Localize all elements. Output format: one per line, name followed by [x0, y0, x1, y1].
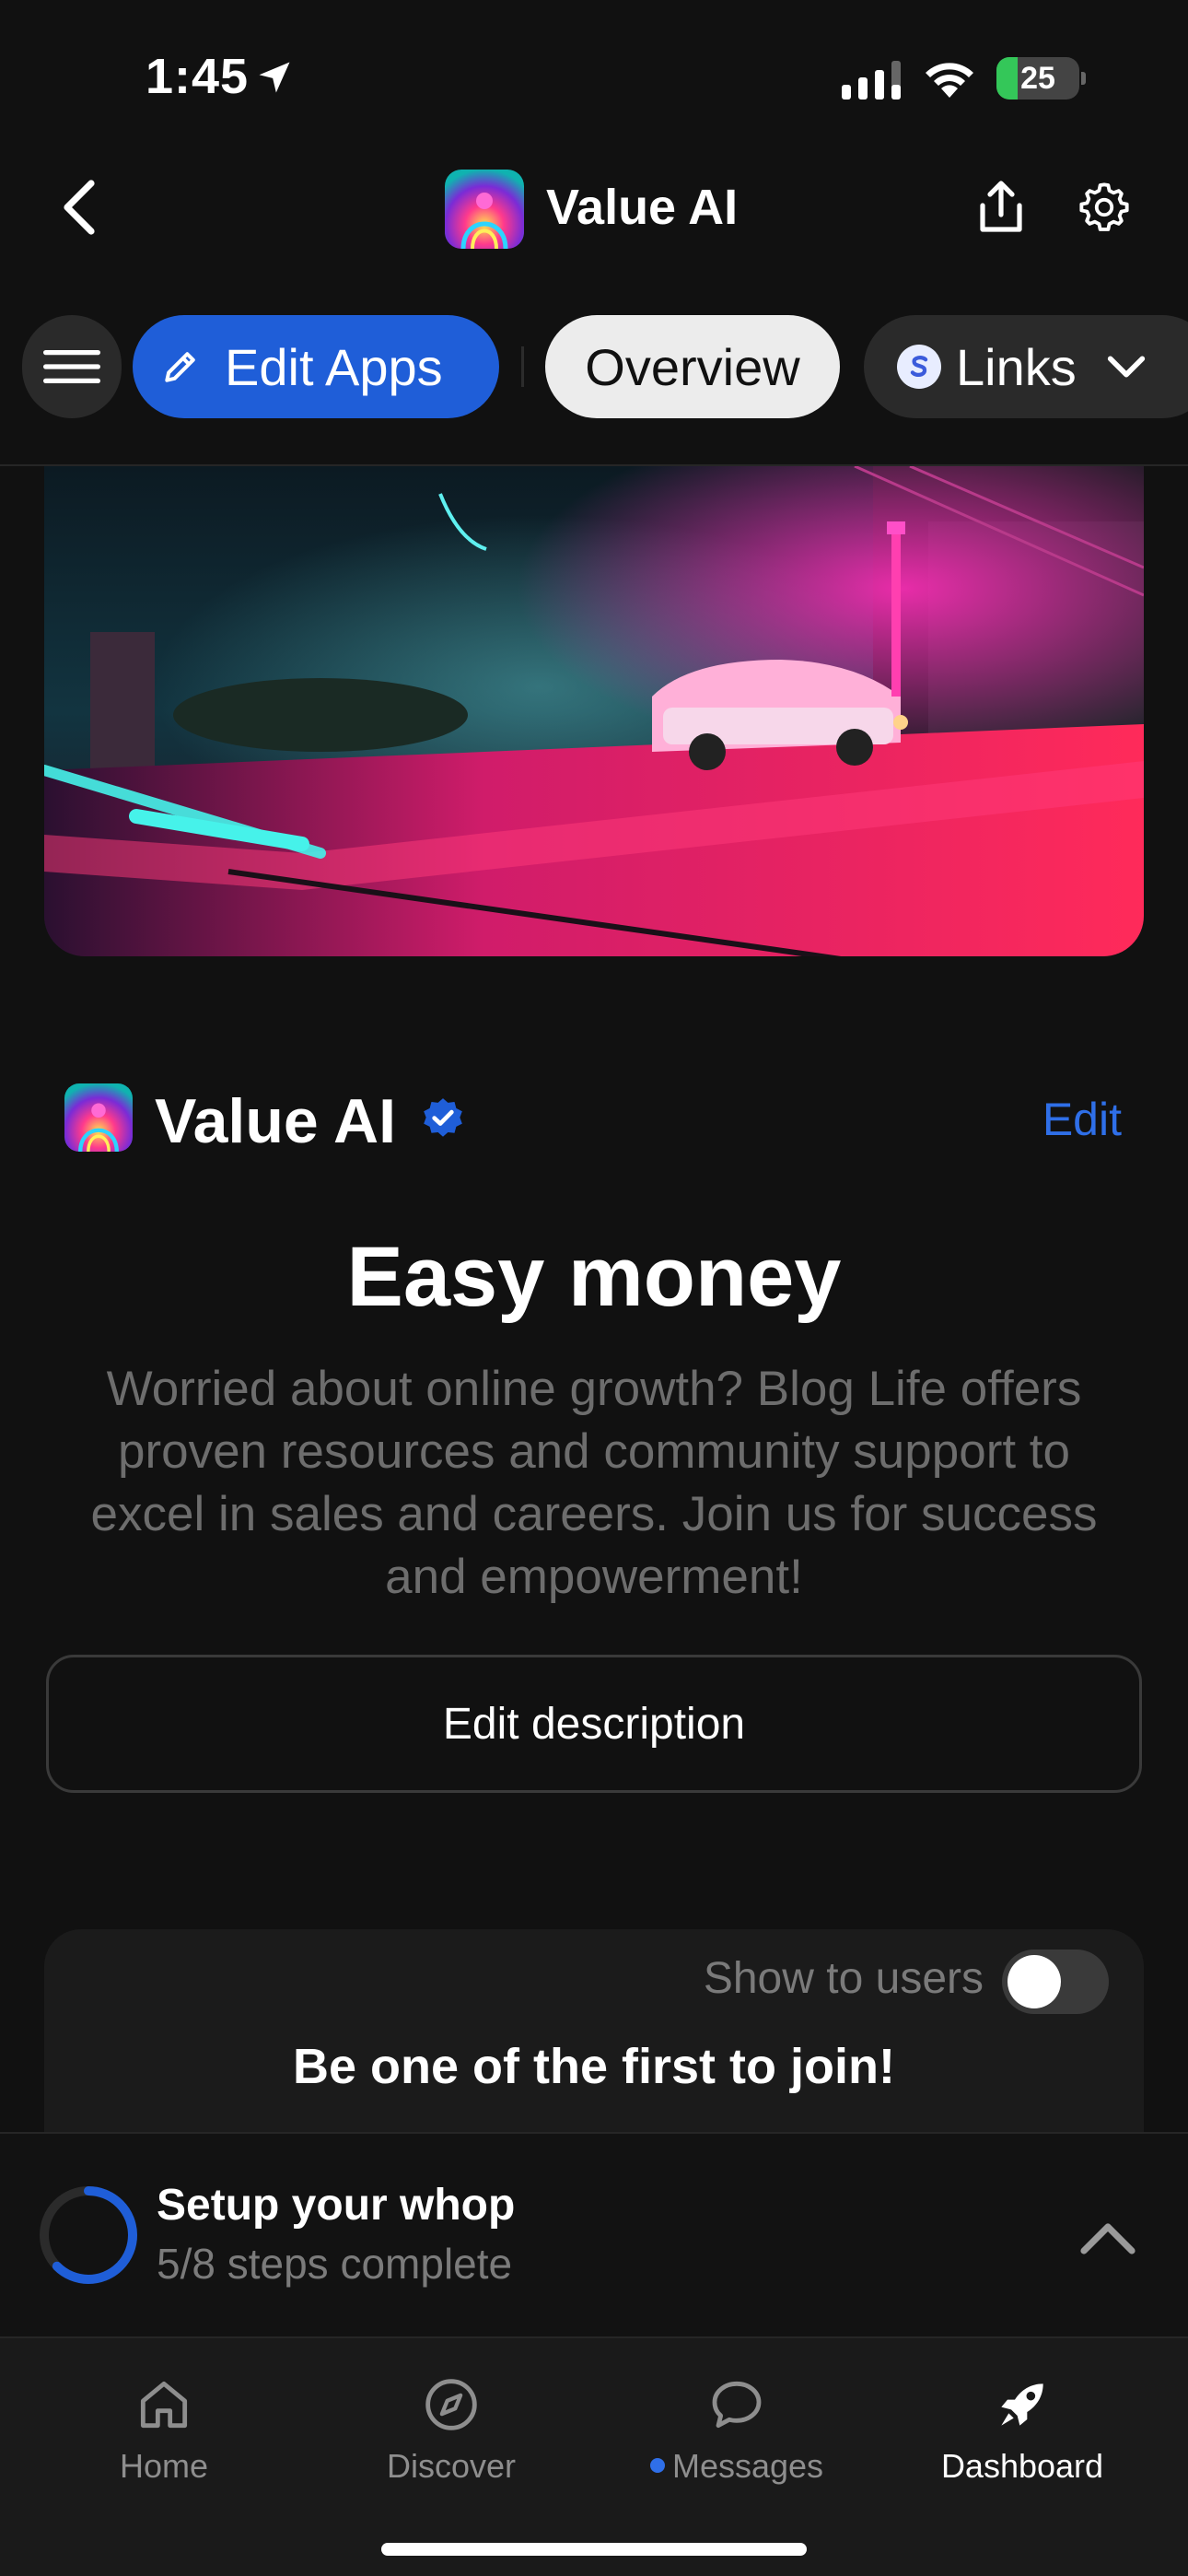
expand-setup-button[interactable] [1076, 2206, 1140, 2270]
links-s-icon [897, 345, 941, 389]
banner-image [44, 466, 1144, 956]
overview-label: Overview [585, 337, 800, 396]
pencil-icon [165, 352, 195, 382]
tab-messages[interactable]: Messages [626, 2375, 847, 2504]
gear-icon [1079, 182, 1129, 231]
chat-bubble-icon [712, 2381, 762, 2429]
verified-badge-icon [424, 1098, 462, 1137]
edit-description-button[interactable]: Edit description [46, 1655, 1142, 1793]
edit-description-label: Edit description [442, 1699, 746, 1749]
share-icon [980, 181, 1022, 232]
toggle-knob [1007, 1955, 1061, 2008]
status-bar: 1:45 25 [0, 0, 1188, 138]
home-icon [140, 2381, 188, 2429]
share-button[interactable] [971, 177, 1031, 238]
show-to-users-label: Show to users [703, 1954, 984, 2003]
home-indicator [381, 2543, 807, 2556]
cellular-signal-icon [842, 61, 901, 100]
tab-home[interactable]: Home [53, 2375, 274, 2504]
compass-icon [425, 2379, 477, 2430]
setup-progress-bar[interactable]: Setup your whop 5/8 steps complete [0, 2132, 1188, 2336]
tab-messages-label-wrap: Messages [626, 2447, 847, 2486]
headline: Easy money [346, 1230, 842, 1324]
tab-dashboard[interactable]: Dashboard [912, 2375, 1133, 2504]
edit-apps-button[interactable]: Edit Apps [133, 315, 499, 418]
battery-percent: 25 [1020, 61, 1055, 96]
menu-button[interactable] [22, 315, 122, 418]
tab-discover[interactable]: Discover [341, 2375, 562, 2504]
app-header: Value AI [0, 155, 1188, 265]
tab-messages-label: Messages [671, 2447, 824, 2485]
links-dropdown[interactable]: Links [864, 315, 1188, 418]
nav-chips: Edit Apps Overview Links [0, 313, 1188, 424]
rocket-icon [1001, 2383, 1043, 2426]
back-chevron-icon [64, 180, 95, 235]
chevron-up-icon [1080, 2223, 1136, 2254]
app-logo [445, 170, 524, 249]
status-time: 1:45 [146, 49, 250, 104]
links-label: Links [956, 337, 1077, 396]
tab-overview[interactable]: Overview [545, 315, 840, 418]
show-to-users-toggle[interactable] [1002, 1950, 1109, 2014]
progress-ring [40, 2186, 137, 2284]
tab-discover-label: Discover [386, 2447, 517, 2485]
page-title: Value AI [546, 180, 739, 235]
chevron-down-icon [1107, 356, 1145, 378]
hamburger-menu-icon [43, 350, 100, 383]
wifi-icon [926, 63, 973, 98]
join-title: Be one of the first to join! [293, 2039, 895, 2094]
edit-apps-label: Edit Apps [225, 337, 443, 396]
tab-dashboard-label: Dashboard [940, 2447, 1104, 2485]
tab-home-label: Home [119, 2447, 209, 2485]
settings-button[interactable] [1074, 177, 1135, 238]
battery-charging-icon: 25 [996, 57, 1086, 100]
edit-link[interactable]: Edit [1042, 1093, 1122, 1146]
creator-logo [64, 1083, 133, 1152]
chip-divider [521, 346, 524, 387]
creator-name: Value AI [155, 1086, 397, 1156]
tab-bar: Home Discover Messages Dashboard [0, 2336, 1188, 2576]
setup-steps: 5/8 steps complete [157, 2240, 513, 2288]
description-text: Worried about online growth? Blog Life o… [90, 1362, 1098, 1604]
back-button[interactable] [46, 175, 111, 240]
unread-dot [649, 2458, 665, 2474]
setup-title: Setup your whop [157, 2181, 516, 2230]
location-arrow-icon [259, 62, 290, 93]
join-card: Show to users Be one of the first to joi… [44, 1929, 1144, 2132]
